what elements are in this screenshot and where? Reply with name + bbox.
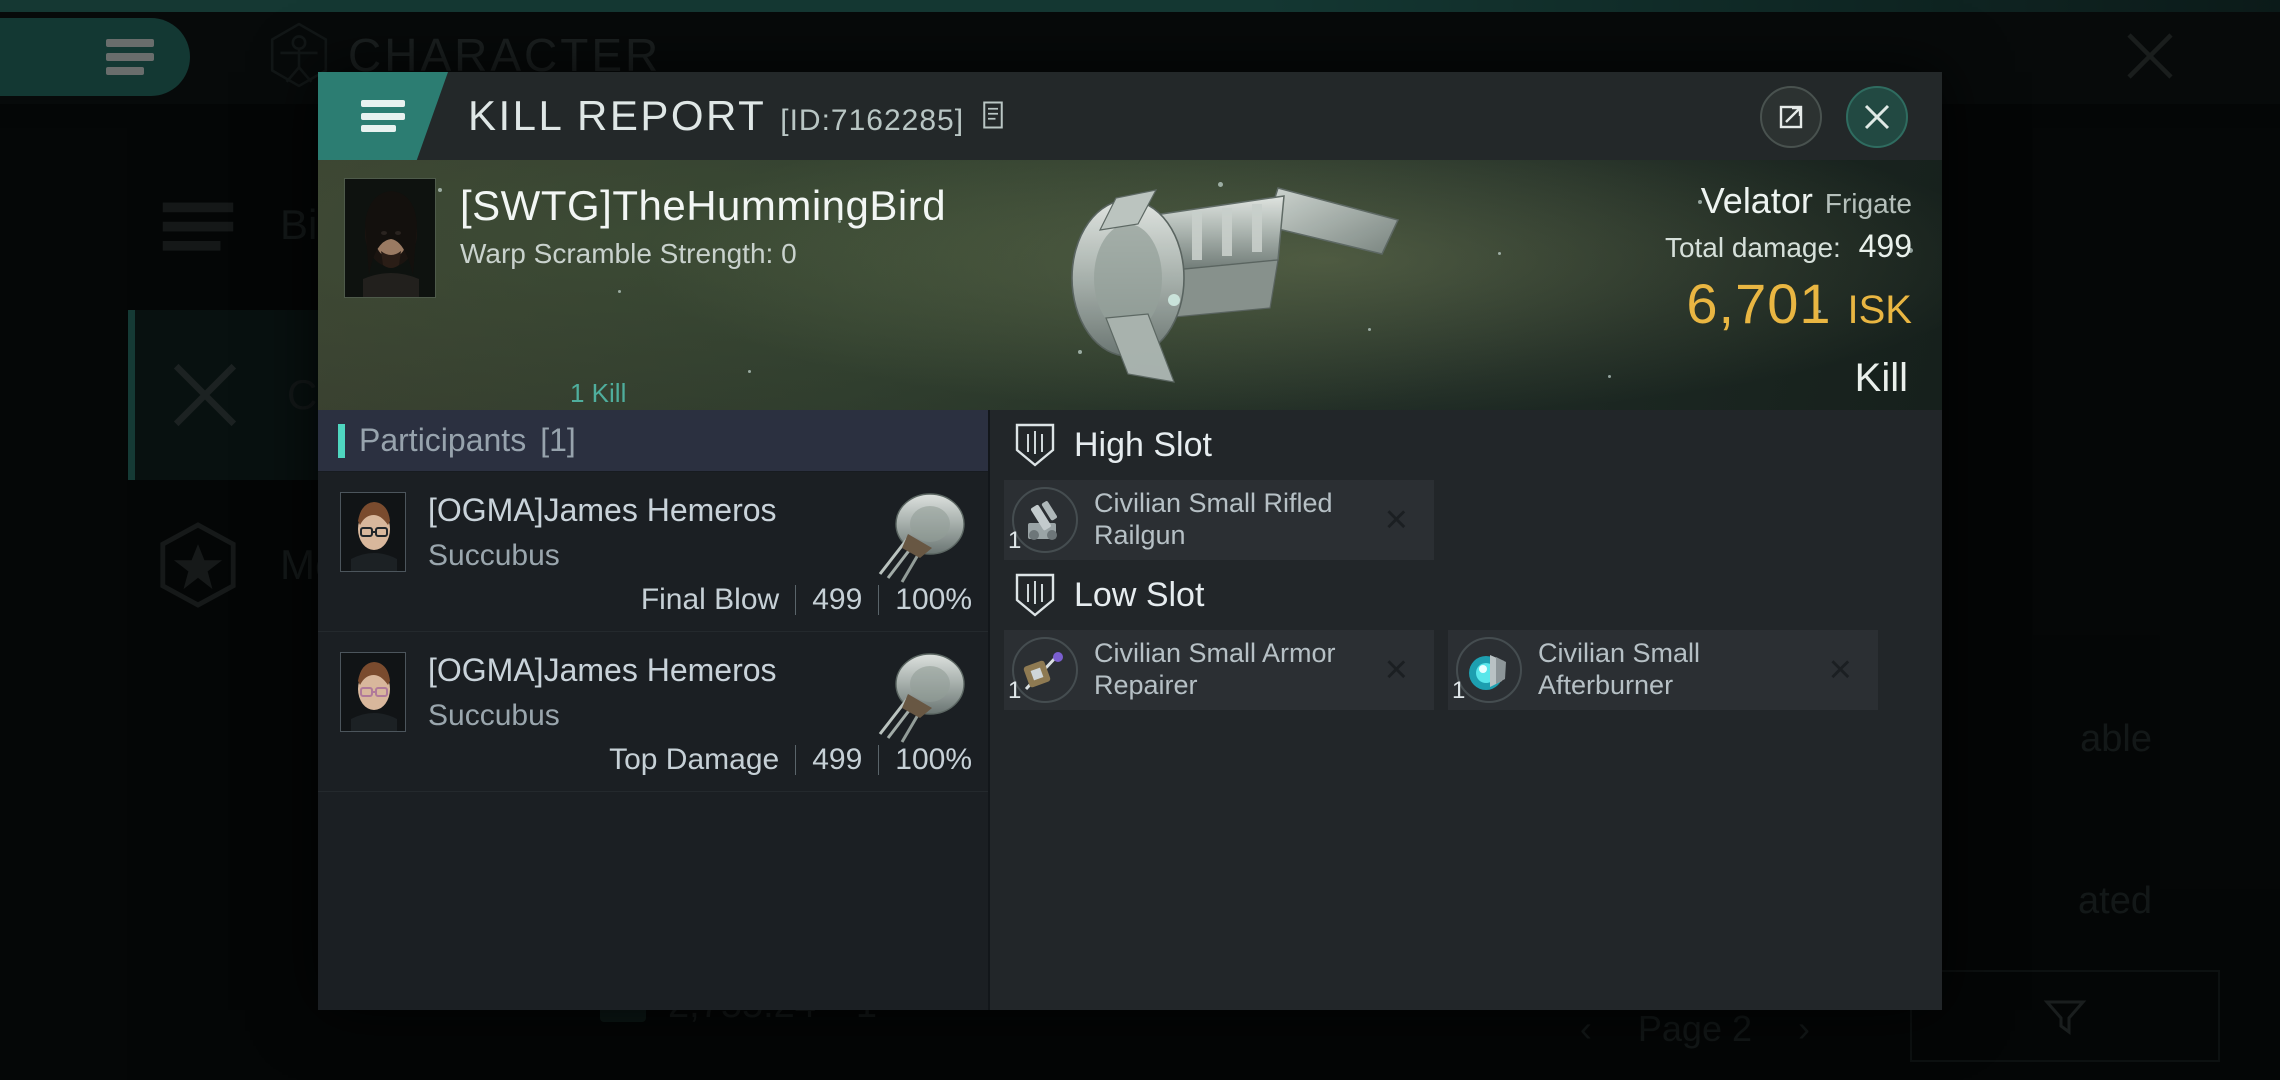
participant-stats: Top Damage 499 100% — [609, 743, 972, 777]
hamburger-icon — [361, 100, 405, 132]
module-name: Civilian Small Afterburner — [1538, 638, 1701, 700]
close-button[interactable] — [1846, 86, 1908, 148]
share-button[interactable] — [1760, 86, 1822, 148]
module-quantity: 1 — [1008, 677, 1022, 704]
shield-slot-icon — [1015, 423, 1055, 467]
total-damage-label: Total damage: — [1664, 232, 1841, 263]
victim-ship-name: Velator — [1700, 180, 1813, 221]
participant-percent: 100% — [895, 583, 972, 616]
copy-icon[interactable] — [980, 100, 1006, 130]
slot-group-header-low: Low Slot — [990, 560, 1942, 630]
isk-currency: ISK — [1847, 288, 1912, 332]
victim-warp-scramble: Warp Scramble Strength: 0 — [460, 238, 797, 269]
victim-avatar — [344, 178, 436, 298]
modal-action-buttons — [1760, 86, 1908, 148]
slot-group-header-high: High Slot — [990, 410, 1942, 480]
slot-group-title: High Slot — [1074, 425, 1212, 464]
kill-report-id: [ID:7162285] — [780, 104, 965, 137]
module-quantity: 1 — [1452, 677, 1466, 704]
slot-group-modules-high: 1 Civilian Small Rifled Railgun × — [990, 480, 1942, 560]
portrait-icon — [345, 179, 435, 297]
victim-ship-class: Frigate — [1824, 188, 1912, 219]
shield-slot-icon — [1015, 573, 1055, 617]
module-destroyed-icon: × — [1384, 497, 1408, 542]
participant-stats: Final Blow 499 100% — [641, 583, 972, 617]
participant-role: Top Damage — [609, 743, 780, 776]
participant-ship: Succubus — [428, 699, 560, 732]
external-link-icon — [1779, 105, 1803, 129]
page-title: KILL REPORT — [468, 92, 767, 139]
participant-damage: 499 — [812, 743, 863, 776]
app-root: CHARACTER Bio Combat — [0, 0, 2280, 1080]
participant-ship: Succubus — [428, 539, 560, 572]
module-icon-wrap: 1 — [1008, 487, 1078, 554]
participants-panel: Participants [1] [OGMA]James Hemeros Suc… — [318, 410, 990, 1010]
victim-name: [SWTG]TheHummingBird — [460, 182, 947, 229]
modal-menu-button[interactable] — [318, 72, 448, 160]
portrait-icon — [341, 653, 405, 731]
portrait-icon — [341, 493, 405, 571]
kill-timestamp: 2022/05/21 04:24:36 UTC +2 — [558, 406, 959, 410]
module-ring — [1012, 487, 1078, 553]
participant-percent: 100% — [895, 743, 972, 776]
module-icon-wrap: 1 — [1452, 637, 1522, 704]
participant-name: [OGMA]James Hemeros — [428, 652, 777, 688]
module-card[interactable]: 1 Civilian Small Rifled Railgun × — [1004, 480, 1434, 560]
module-card[interactable]: 1 Civilian Small Afterburner × — [1448, 630, 1878, 710]
victim-identity: [SWTG]TheHummingBird Warp Scramble Stren… — [344, 178, 946, 298]
total-damage-value: 499 — [1858, 228, 1912, 264]
modal-titlebar: KILL REPORT [ID:7162285] — [318, 72, 1942, 160]
modal-body: Participants [1] [OGMA]James Hemeros Suc… — [318, 410, 1942, 1010]
isk-value: 6,701 — [1686, 272, 1832, 335]
module-icon-wrap: 1 — [1008, 637, 1078, 704]
kill-report-modal: KILL REPORT [ID:7162285] [SWTG]TheHummin… — [318, 72, 1942, 1010]
participant-ship-icon — [878, 653, 965, 743]
module-destroyed-icon: × — [1828, 647, 1852, 692]
slot-group-modules-low: 1 Civilian Small Armor Repairer × 1 Civi… — [990, 630, 1942, 710]
participant-damage: 499 — [812, 583, 863, 616]
participants-count: [1] — [540, 422, 576, 458]
participants-title: Participants — [359, 422, 527, 458]
module-quantity: 1 — [1008, 527, 1022, 554]
module-destroyed-icon: × — [1384, 647, 1408, 692]
result-tag: Kill — [1854, 356, 1908, 400]
close-icon — [1864, 104, 1890, 130]
table-row[interactable]: [OGMA]James Hemeros Succubus Top Damage — [318, 632, 988, 792]
fitting-panel: High Slot 1 Civilian Small Rifled Railgu… — [990, 410, 1942, 1010]
kill-count-label: 1 Kill — [570, 378, 627, 408]
module-name: Civilian Small Rifled Railgun — [1094, 488, 1333, 550]
participant-name: [OGMA]James Hemeros — [428, 492, 777, 528]
participant-ship-icon — [878, 493, 965, 583]
module-name: Civilian Small Armor Repairer — [1094, 638, 1336, 700]
avatar — [340, 492, 406, 572]
victim-ship-render — [1071, 187, 1400, 383]
slot-group-title: Low Slot — [1074, 575, 1205, 614]
victim-hero-banner: [SWTG]TheHummingBird Warp Scramble Stren… — [318, 160, 1942, 410]
participant-role: Final Blow — [640, 583, 780, 616]
avatar — [340, 652, 406, 732]
participants-header: Participants [1] — [318, 410, 988, 472]
victim-stats: Velator Frigate Total damage: 499 6,701 … — [1665, 180, 1912, 336]
modal-title-group: KILL REPORT [ID:7162285] — [468, 92, 1006, 140]
module-ring — [1456, 637, 1522, 703]
accent-bar — [338, 423, 345, 458]
module-card[interactable]: 1 Civilian Small Armor Repairer × — [1004, 630, 1434, 710]
table-row[interactable]: [OGMA]James Hemeros Succubus Final Blow — [318, 472, 988, 632]
module-ring — [1012, 637, 1078, 703]
